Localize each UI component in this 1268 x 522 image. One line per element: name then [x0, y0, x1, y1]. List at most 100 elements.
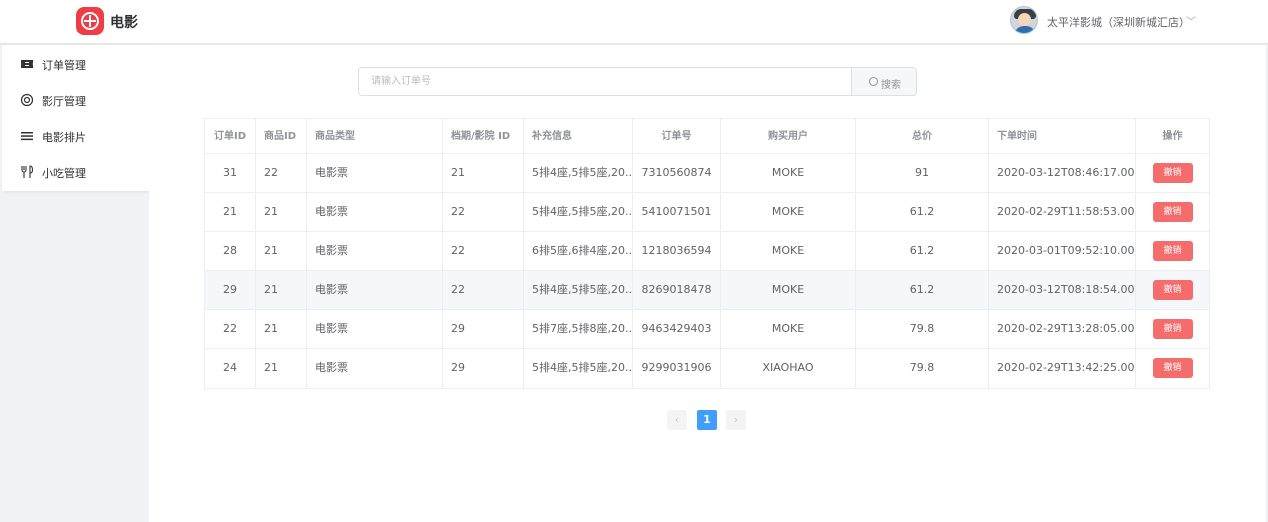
- table-row: 29 21 电影票 22 5排4座,5排5座,20... 8269018478 …: [205, 271, 1209, 310]
- column-header: 操作: [1162, 131, 1183, 142]
- sidebar-item-snacks[interactable]: 小吃管理: [2, 154, 149, 190]
- extra-info-cell: 5排4座,5排5座,20...: [524, 154, 633, 192]
- sidebar-item-schedule[interactable]: 电影排片: [2, 118, 149, 154]
- schedule-list-icon: [20, 129, 34, 143]
- schedule-id-cell: 29: [443, 349, 524, 388]
- table-row: 24 21 电影票 29 5排4座,5排5座,20... 9299031906 …: [205, 349, 1209, 388]
- table-row: 28 21 电影票 22 6排5座,6排4座,20... 1218036594 …: [205, 232, 1209, 271]
- order-time-cell: 2020-03-12T08:46:17.00...: [989, 154, 1136, 192]
- order-time-cell: 2020-02-29T11:58:53.00...: [989, 193, 1136, 231]
- cancel-order-button[interactable]: 撤销: [1152, 280, 1193, 300]
- logo-icon: [76, 7, 104, 35]
- search-icon: [869, 77, 878, 86]
- extra-info-cell: 6排5座,6排4座,20...: [524, 232, 633, 270]
- sidebar-item-label: 电影排片: [42, 131, 86, 144]
- brand-title: 电影: [110, 15, 138, 31]
- chevron-down-icon[interactable]: ﹀: [1186, 13, 1196, 28]
- cancel-order-button[interactable]: 撤销: [1152, 202, 1193, 222]
- sidebar-item-orders[interactable]: 订单管理: [2, 46, 149, 82]
- table-header-row: 订单ID 商品ID 商品类型 档期/影院 ID 补充信息 订单号 购买用户 总价…: [205, 119, 1209, 154]
- order-id-cell: 28: [205, 232, 256, 270]
- sidebar-item-label: 影厅管理: [42, 95, 86, 108]
- sidebar-item-label: 小吃管理: [42, 167, 86, 180]
- product-type-cell: 电影票: [307, 193, 443, 231]
- hall-icon: [20, 93, 34, 107]
- extra-info-cell: 5排7座,5排8座,20...: [524, 310, 633, 348]
- extra-info-cell: 5排4座,5排5座,20...: [524, 271, 633, 309]
- action-cell: 撤销: [1136, 349, 1209, 388]
- column-header: 商品ID: [256, 119, 307, 153]
- buyer-cell: MOKE: [721, 232, 856, 270]
- order-number-cell: 1218036594: [633, 232, 721, 270]
- action-cell: 撤销: [1136, 232, 1209, 270]
- total-price-cell: 79.8: [856, 349, 989, 388]
- column-header: 订单号: [633, 119, 721, 153]
- cancel-order-button[interactable]: 撤销: [1152, 241, 1193, 261]
- schedule-id-cell: 22: [443, 232, 524, 270]
- order-number-cell: 5410071501: [633, 193, 721, 231]
- search-input[interactable]: [358, 67, 851, 96]
- product-type-cell: 电影票: [307, 232, 443, 270]
- buyer-cell: XIAOHAO: [721, 349, 856, 388]
- search-button-label: 搜索: [881, 80, 901, 91]
- order-time-cell: 2020-02-29T13:42:25.00...: [989, 349, 1136, 388]
- cancel-order-button[interactable]: 撤销: [1152, 163, 1193, 183]
- product-id-cell: 21: [256, 349, 307, 388]
- cancel-order-button[interactable]: 撤销: [1152, 358, 1193, 378]
- sidebar-item-halls[interactable]: 影厅管理: [2, 82, 149, 118]
- column-header: 总价: [856, 119, 989, 153]
- schedule-id-cell: 29: [443, 310, 524, 348]
- avatar[interactable]: [1010, 6, 1038, 34]
- order-id-cell: 29: [205, 271, 256, 309]
- order-id-cell: 21: [205, 193, 256, 231]
- buyer-cell: MOKE: [721, 193, 856, 231]
- buyer-cell: MOKE: [721, 154, 856, 192]
- utensils-icon: [20, 165, 34, 179]
- column-header: 订单ID: [205, 119, 256, 153]
- product-type-cell: 电影票: [307, 310, 443, 348]
- schedule-id-cell: 22: [443, 193, 524, 231]
- order-time-cell: 2020-03-12T08:18:54.00...: [989, 271, 1136, 309]
- table-row: 31 22 电影票 21 5排4座,5排5座,20... 7310560874 …: [205, 154, 1209, 193]
- column-header: 下单时间: [989, 119, 1136, 153]
- search-button[interactable]: 搜索: [851, 67, 917, 96]
- column-header: 商品类型: [307, 119, 443, 153]
- cancel-order-button[interactable]: 撤销: [1152, 319, 1193, 339]
- top-header: 电影 太平洋影城（深圳新城汇店） ﹀: [0, 0, 1268, 44]
- ticket-icon: [20, 57, 34, 71]
- total-price-cell: 61.2: [856, 271, 989, 309]
- action-cell: 撤销: [1136, 271, 1209, 309]
- action-cell: 撤销: [1136, 310, 1209, 348]
- total-price-cell: 61.2: [856, 193, 989, 231]
- total-price-cell: 91: [856, 154, 989, 192]
- order-number-cell: 9299031906: [633, 349, 721, 388]
- column-header: 购买用户: [721, 119, 856, 153]
- main-content: 搜索 订单ID 商品ID 商品类型 档期/影院 ID 补充信息 订单号 购买用户…: [149, 45, 1266, 522]
- order-number-cell: 8269018478: [633, 271, 721, 309]
- extra-info-cell: 5排4座,5排5座,20...: [524, 193, 633, 231]
- order-time-cell: 2020-02-29T13:28:05.00...: [989, 310, 1136, 348]
- page-number-button[interactable]: 1: [697, 410, 717, 430]
- prev-page-button[interactable]: ‹: [667, 410, 687, 430]
- product-type-cell: 电影票: [307, 271, 443, 309]
- product-type-cell: 电影票: [307, 154, 443, 192]
- order-id-cell: 24: [205, 349, 256, 388]
- next-page-button[interactable]: ›: [726, 410, 746, 430]
- total-price-cell: 79.8: [856, 310, 989, 348]
- product-id-cell: 21: [256, 193, 307, 231]
- user-name-dropdown[interactable]: 太平洋影城（深圳新城汇店）: [1047, 14, 1190, 30]
- product-id-cell: 21: [256, 271, 307, 309]
- order-time-cell: 2020-03-01T09:52:10.00...: [989, 232, 1136, 270]
- column-header: 补充信息: [524, 119, 633, 153]
- order-number-cell: 7310560874: [633, 154, 721, 192]
- order-number-cell: 9463429403: [633, 310, 721, 348]
- total-price-cell: 61.2: [856, 232, 989, 270]
- extra-info-cell: 5排4座,5排5座,20...: [524, 349, 633, 388]
- product-id-cell: 21: [256, 310, 307, 348]
- order-id-cell: 31: [205, 154, 256, 192]
- action-cell: 撤销: [1136, 193, 1209, 231]
- table-row: 22 21 电影票 29 5排7座,5排8座,20... 9463429403 …: [205, 310, 1209, 349]
- schedule-id-cell: 21: [443, 154, 524, 192]
- order-id-cell: 22: [205, 310, 256, 348]
- table-row: 21 21 电影票 22 5排4座,5排5座,20... 5410071501 …: [205, 193, 1209, 232]
